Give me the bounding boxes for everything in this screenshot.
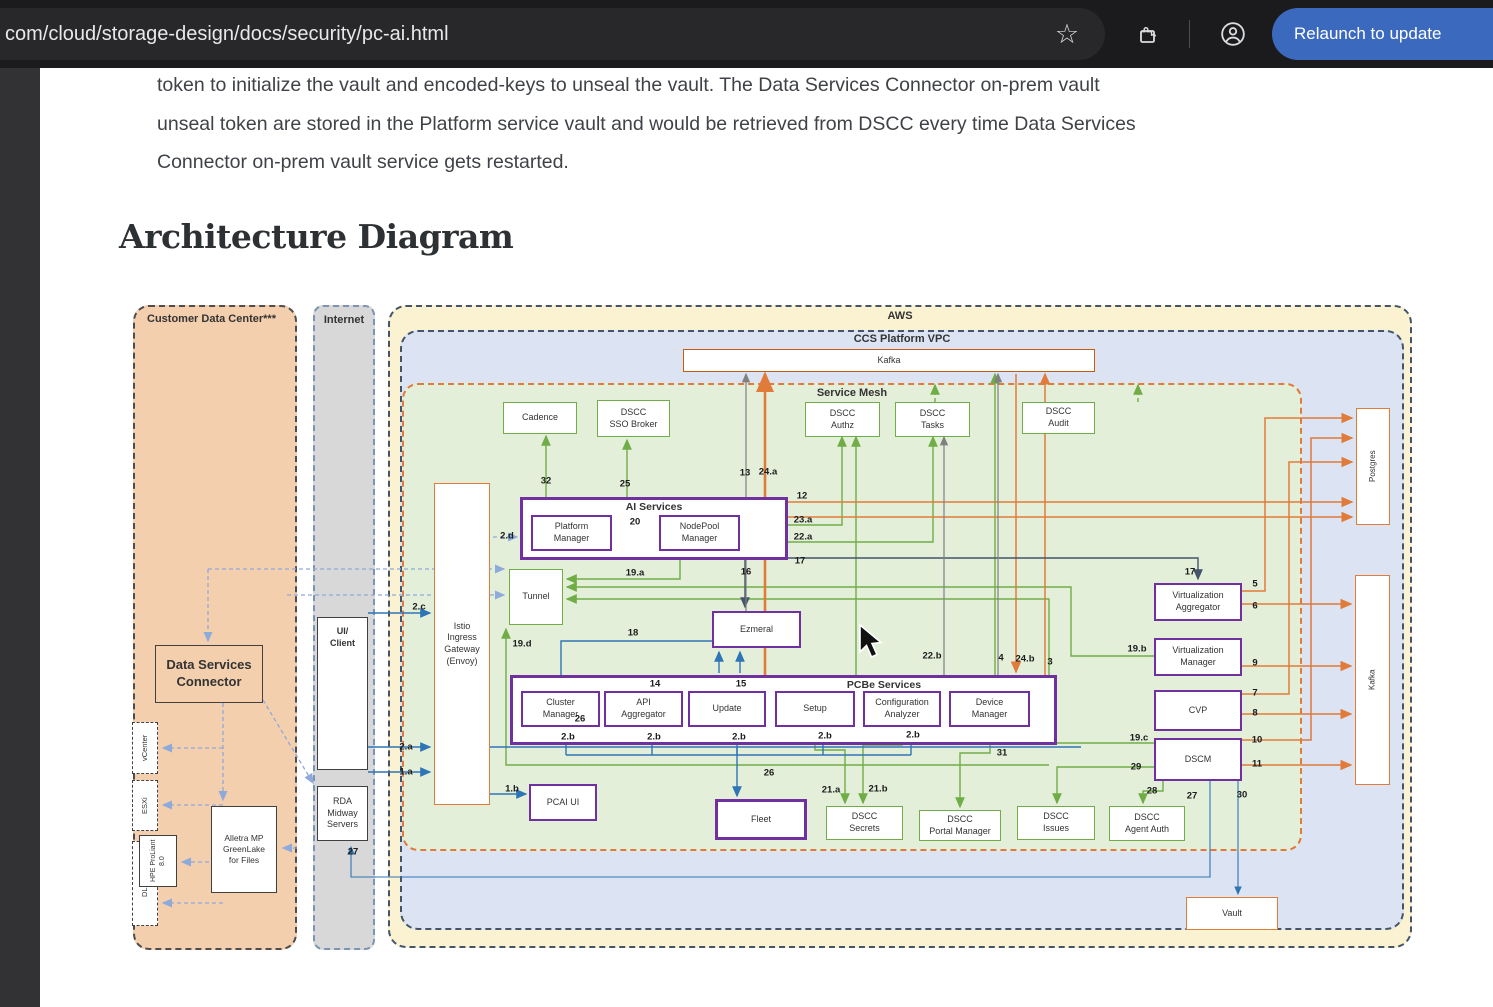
relaunch-button[interactable]: Relaunch to update bbox=[1272, 8, 1493, 60]
doc-paragraph: token to initialize the vault and encode… bbox=[157, 66, 1447, 182]
toolbar-separator bbox=[1189, 20, 1190, 48]
page-title: Architecture Diagram bbox=[119, 217, 513, 256]
extension-icon[interactable] bbox=[1128, 14, 1168, 54]
star-icon[interactable]: ☆ bbox=[1047, 14, 1087, 54]
screen: com/cloud/storage-design/docs/security/p… bbox=[0, 0, 1493, 1007]
url-text: com/cloud/storage-design/docs/security/p… bbox=[5, 8, 449, 60]
mouse-cursor bbox=[119, 295, 1419, 960]
architecture-diagram: Customer Data Center*** Internet AWS CCS… bbox=[119, 295, 1419, 960]
browser-toolbar: com/cloud/storage-design/docs/security/p… bbox=[0, 0, 1493, 68]
profile-icon[interactable] bbox=[1213, 14, 1253, 54]
url-bar[interactable]: com/cloud/storage-design/docs/security/p… bbox=[0, 8, 1105, 60]
window-edge-strip bbox=[0, 68, 40, 1007]
